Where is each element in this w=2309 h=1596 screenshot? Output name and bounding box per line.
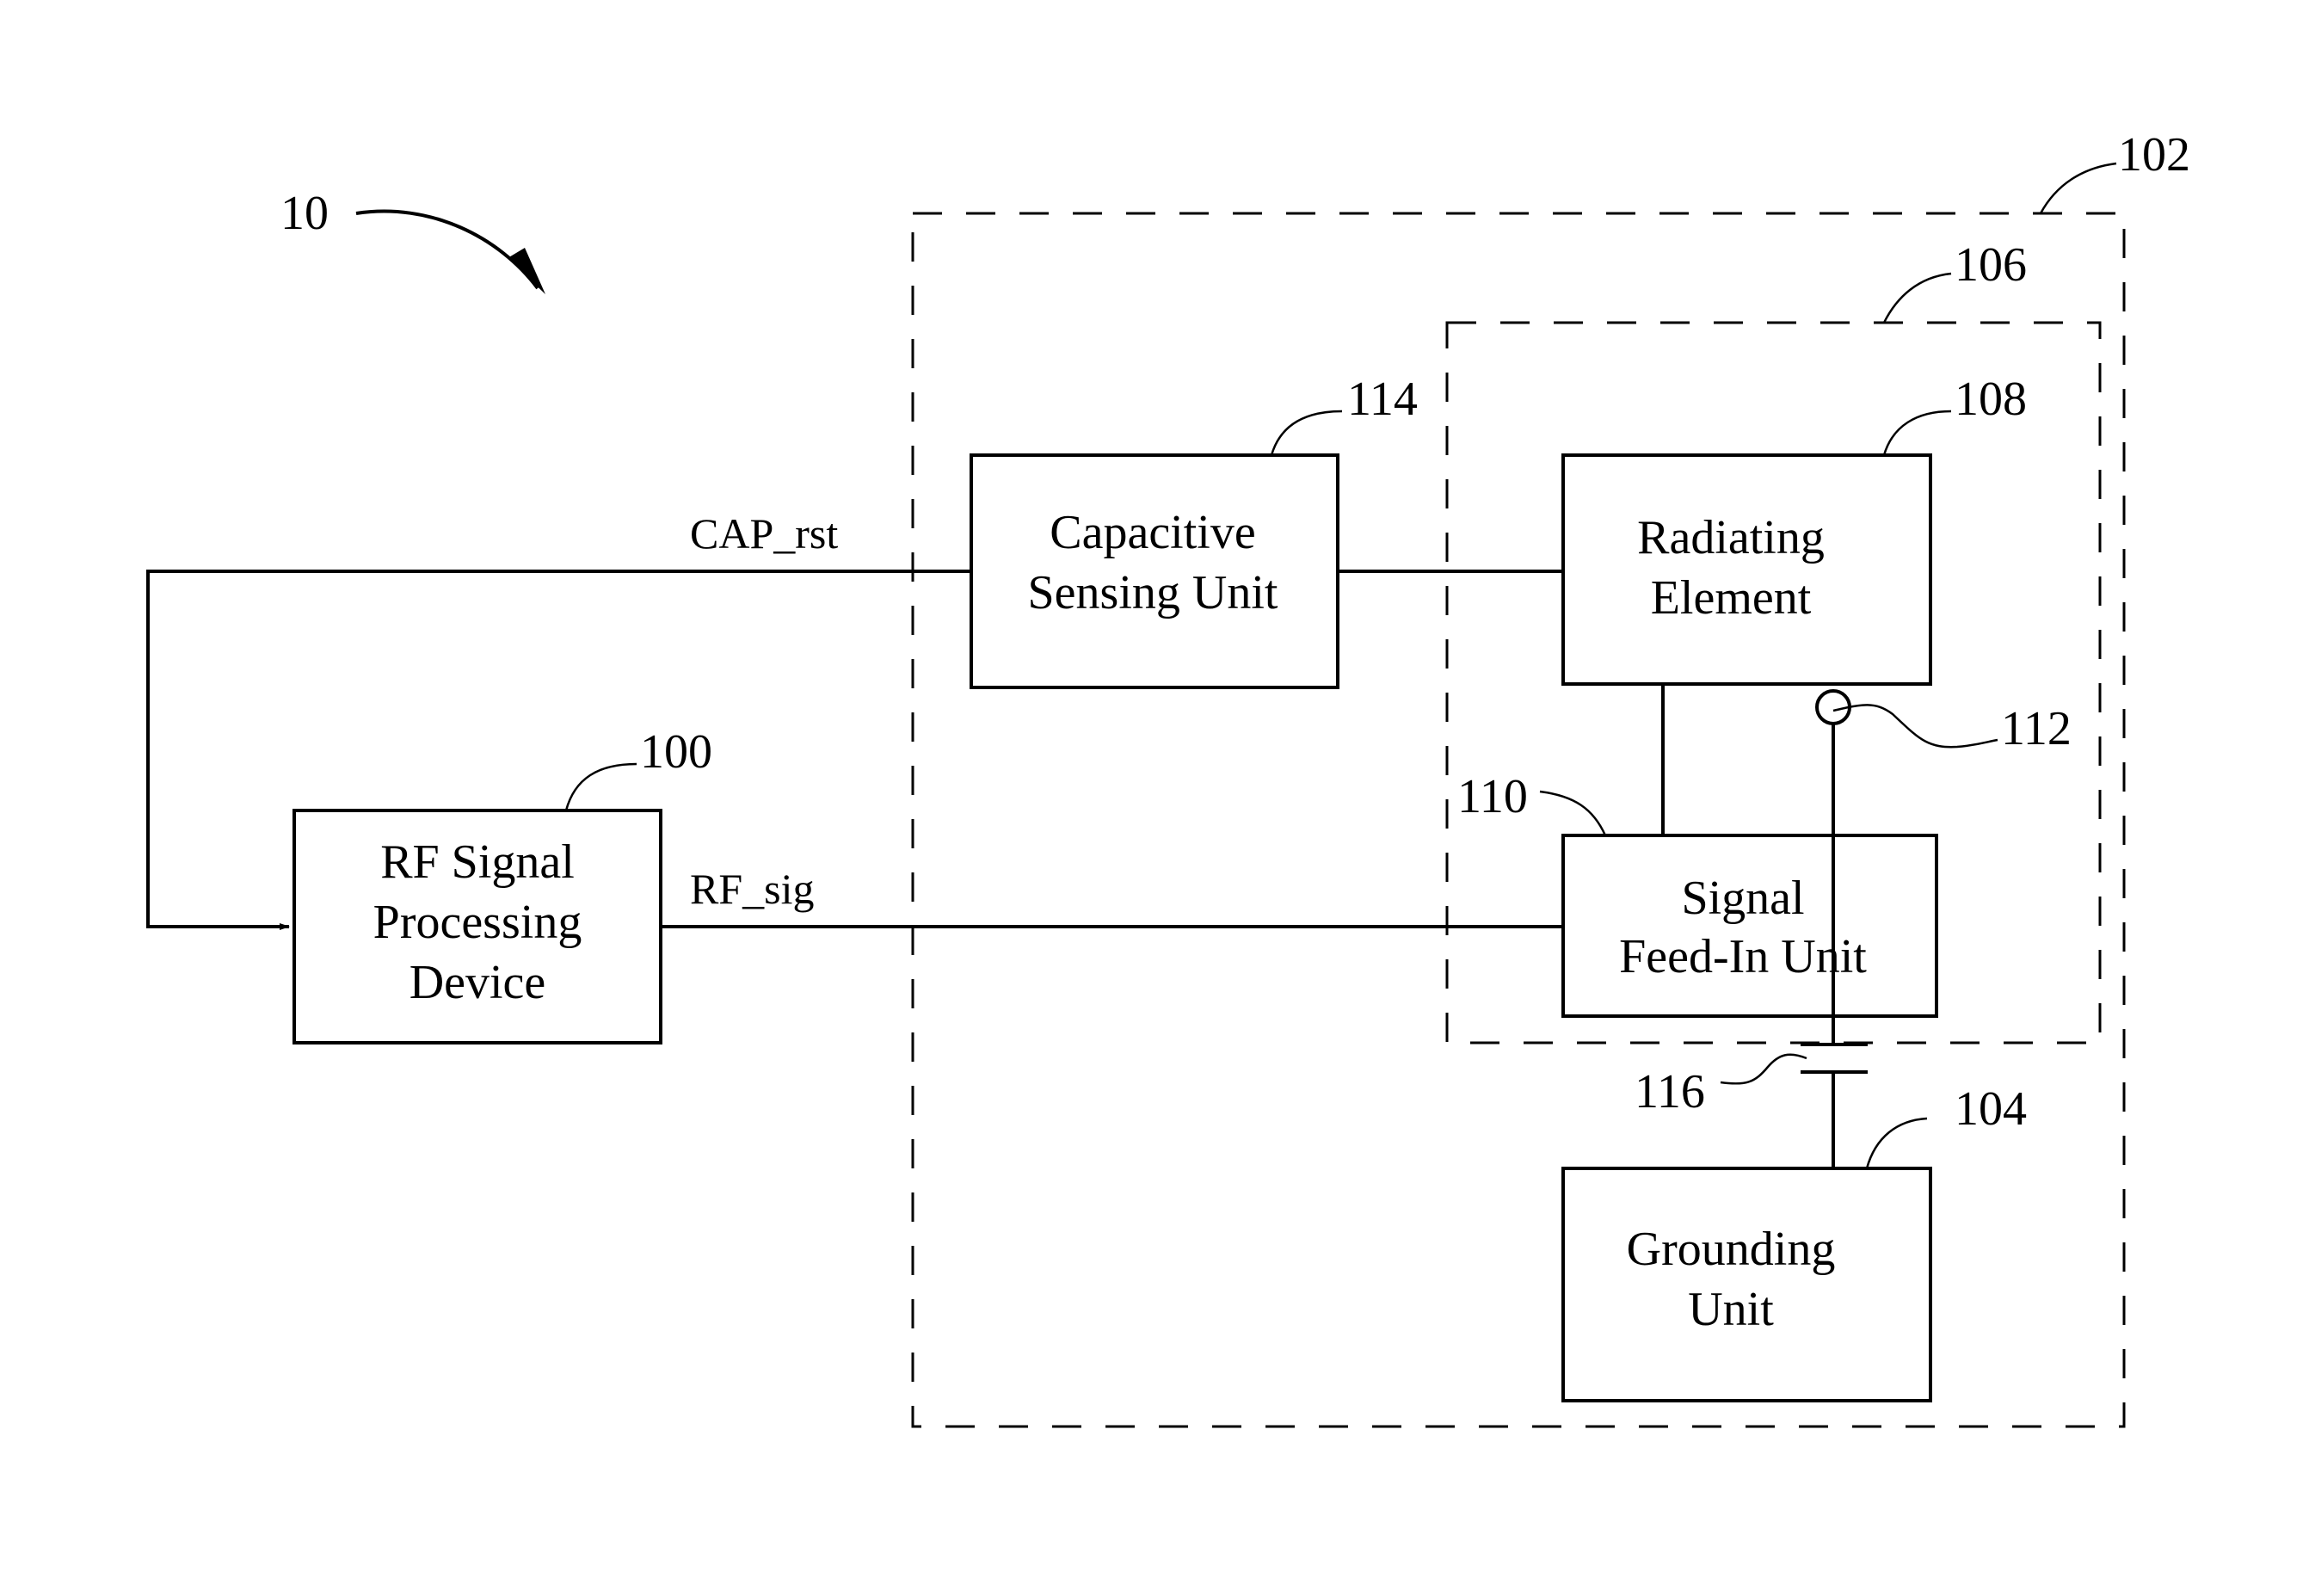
cap-rst-label: CAP_rst xyxy=(690,509,838,558)
grounding-line-1: Grounding xyxy=(1627,1223,1836,1276)
capacitor-ref: 116 xyxy=(1635,1065,1705,1118)
antenna-module-ref: 102 xyxy=(2118,128,2190,182)
rf-device-ref: 100 xyxy=(640,725,712,779)
figure-ref-arrow xyxy=(355,209,539,290)
radiating-element: Radiating Element xyxy=(1561,453,1932,686)
contact-point-lead xyxy=(1832,704,1998,749)
radiating-line-1: Radiating xyxy=(1637,511,1825,564)
capacitive-sensing-unit: Capacitive Sensing Unit xyxy=(970,453,1339,689)
grounding-lead xyxy=(1865,1117,1928,1169)
capacitor-icon xyxy=(1801,1043,1868,1074)
antenna-ref: 106 xyxy=(1955,238,2027,292)
antenna-lead xyxy=(1882,272,1952,324)
radiating-lead xyxy=(1882,410,1952,456)
rf-sig-label: RF_sig xyxy=(690,865,815,913)
capacitive-lead xyxy=(1270,410,1343,456)
rf-device-line-3: Device xyxy=(409,956,546,1009)
capacitive-line-1: Capacitive xyxy=(1050,506,1255,559)
feed-in-line-2: Feed-In Unit xyxy=(1619,930,1867,983)
grounding-ref: 104 xyxy=(1955,1082,2027,1136)
grounding-line-2: Unit xyxy=(1688,1283,1774,1336)
feed-in-ref: 110 xyxy=(1457,770,1528,823)
capacitor-lead xyxy=(1720,1053,1807,1085)
contact-point-ref: 112 xyxy=(2001,702,2072,755)
signal-feed-in-unit: Signal Feed-In Unit xyxy=(1561,834,1938,1018)
figure-ref-arrowhead-icon xyxy=(508,248,545,294)
radiating-ref: 108 xyxy=(1955,373,2027,426)
feed-in-lead xyxy=(1539,790,1607,836)
rf-device-line-2: Processing xyxy=(373,896,582,949)
rf-device-line-1: RF Signal xyxy=(380,835,575,889)
capacitive-ref: 114 xyxy=(1347,373,1418,426)
radiating-line-2: Element xyxy=(1651,571,1812,625)
antenna-module-lead xyxy=(2039,162,2117,214)
feed-in-line-1: Signal xyxy=(1681,872,1804,925)
grounding-unit: Grounding Unit xyxy=(1561,1167,1932,1402)
capacitive-line-2: Sensing Unit xyxy=(1028,566,1278,619)
figure-ref: 10 xyxy=(280,187,329,240)
rf-signal-processing-device: RF Signal Processing Device xyxy=(292,809,662,1044)
rf-device-lead xyxy=(564,762,637,811)
block-diagram: 10 102 106 CAP_rst RF_sig RF Signal Proc… xyxy=(146,128,2190,1428)
